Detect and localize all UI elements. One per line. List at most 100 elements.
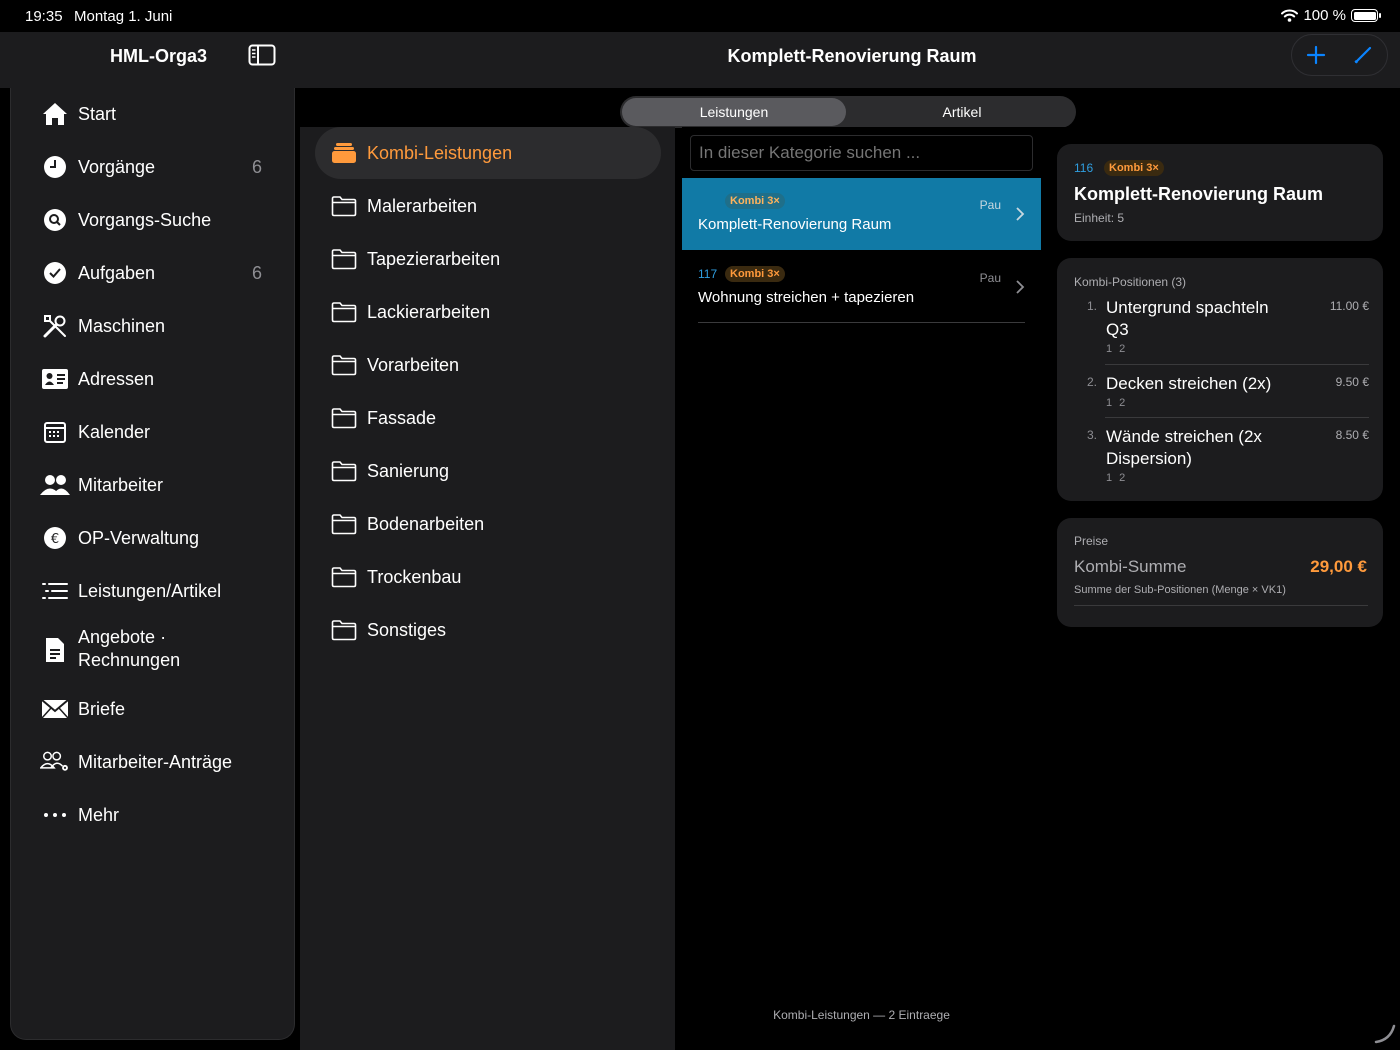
sidebar-item-label: Maschinen — [78, 315, 166, 336]
sidebar-item-label: Aufgaben — [78, 262, 156, 283]
search-input[interactable] — [690, 135, 1033, 171]
tools-icon — [40, 311, 70, 341]
sidebar-item-count: 6 — [251, 262, 262, 283]
sidebar-item-label: Adressen — [78, 368, 155, 389]
sidebar-item-mehr[interactable]: Mehr — [11, 790, 294, 840]
prices-card: Preise Kombi-Summe 29,00 € Summe der Sub… — [1057, 518, 1383, 627]
category-sonstiges[interactable]: Sonstiges — [315, 604, 661, 656]
tab-artikel[interactable]: Artikel — [850, 98, 1074, 126]
sidebar-item-briefe[interactable]: Briefe — [11, 684, 294, 734]
sidebar-item-label: Vorgangs-Suche — [78, 209, 212, 230]
category-label: Malerarbeiten — [367, 195, 478, 216]
position-price: 9.50 € — [1335, 375, 1369, 389]
status-bar: 19:35 Montag 1. Juni 100 % — [0, 0, 1400, 32]
envelope-icon — [40, 694, 70, 724]
edit-button[interactable] — [1345, 37, 1381, 73]
sidebar-item-label: Vorgänge — [78, 156, 156, 177]
resize-handle-icon[interactable] — [1374, 1022, 1396, 1044]
detail-panel: 116 Kombi 3× Komplett-Renovierung Raum E… — [1041, 127, 1400, 1050]
checkmark-icon — [40, 258, 70, 288]
list-footer: Kombi-Leistungen — 2 Eintraege — [773, 1008, 950, 1022]
add-button[interactable] — [1298, 37, 1334, 73]
position-name: Untergrund spachteln Q3 — [1106, 298, 1269, 339]
item-header-card: 116 Kombi 3× Komplett-Renovierung Raum E… — [1057, 144, 1383, 241]
category-trockenbau[interactable]: Trockenbau — [315, 551, 661, 603]
item-unit: Pau — [979, 271, 1001, 285]
category-sanierung[interactable]: Sanierung — [315, 445, 661, 497]
sidebar-item-start[interactable]: Start — [11, 89, 294, 139]
sidebar-item-vorgangs-suche[interactable]: Vorgangs-Suche — [11, 195, 294, 245]
sidebar-item-vorgaenge[interactable]: Vorgänge 6 — [11, 142, 294, 192]
sidebar-item-mitarbeiter[interactable]: Mitarbeiter — [11, 460, 294, 510]
svg-text:€: € — [51, 532, 59, 547]
sidebar-item-kalender[interactable]: Kalender — [11, 407, 294, 457]
sidebar-item-label: Mitarbeiter — [78, 474, 164, 495]
status-date: Montag 1. Juni — [74, 8, 173, 25]
position-price: 11.00 € — [1329, 299, 1369, 313]
page-title: Komplett-Renovierung Raum — [727, 46, 977, 66]
sidebar-item-op-verwaltung[interactable]: € OP-Verwaltung — [11, 513, 294, 563]
position-number: 1. — [1087, 299, 1098, 313]
battery-percent: 100 % — [1303, 7, 1346, 24]
position-qty: 1 2 — [1106, 397, 1128, 409]
euro-icon: € — [40, 523, 70, 553]
plus-icon — [1306, 45, 1325, 65]
position-name: Wände streichen (2x Dispersion) — [1106, 427, 1262, 468]
action-buttons — [1291, 34, 1388, 76]
folder-icon — [331, 355, 357, 376]
sidebar-item-angebote-rechnungen[interactable]: Angebote · Rechnungen — [11, 619, 294, 681]
sidebar-item-leistungen-artikel[interactable]: Leistungen/Artikel — [11, 566, 294, 616]
stack-icon — [332, 143, 356, 163]
category-tapezierarbeiten[interactable]: Tapezierarbeiten — [315, 233, 661, 285]
app-title: HML-Orga3 — [110, 46, 208, 66]
category-label: Trockenbau — [367, 566, 462, 587]
sidebar-item-adressen[interactable]: Adressen — [11, 354, 294, 404]
folder-icon — [331, 514, 357, 535]
category-lackierarbeiten[interactable]: Lackierarbeiten — [315, 286, 661, 338]
sidebar-item-label: Angebote · Rechnungen — [78, 627, 181, 670]
item-unit: Einheit: 5 — [1074, 211, 1125, 225]
battery-icon — [1351, 9, 1381, 22]
sidebar-toggle-button[interactable] — [248, 44, 278, 68]
sidebar-item-mitarbeiter-antraege[interactable]: Mitarbeiter-Anträge — [11, 737, 294, 787]
category-kombi-leistungen[interactable]: Kombi-Leistungen — [315, 127, 661, 179]
list-item[interactable]: 117 Kombi 3× Wohnung streichen + tapezie… — [682, 251, 1041, 323]
category-bodenarbeiten[interactable]: Bodenarbeiten — [315, 498, 661, 550]
category-vorarbeiten[interactable]: Vorarbeiten — [315, 339, 661, 391]
item-name: Komplett-Renovierung Raum — [698, 216, 892, 233]
folder-icon — [331, 567, 357, 588]
clock-icon — [40, 152, 70, 182]
status-time: 19:35 — [25, 8, 63, 25]
sidebar: Start Vorgänge 6 Vorgangs-Suche Aufgaben… — [10, 88, 295, 1040]
sidebar-item-maschinen[interactable]: Maschinen — [11, 301, 294, 351]
tab-leistungen[interactable]: Leistungen — [622, 98, 846, 126]
category-label: Sanierung — [367, 460, 450, 481]
navigation-bar: HML-Orga3 Komplett-Renovierung Raum — [0, 32, 1400, 88]
position-name: Decken streichen (2x) — [1106, 374, 1272, 393]
category-fassade[interactable]: Fassade — [315, 392, 661, 444]
position-row: 1. Untergrund spachteln Q3 11.00 € 1 2 — [1087, 297, 1369, 357]
sidebar-item-label: Start — [78, 103, 117, 124]
list-item[interactable]: Kombi 3× Komplett-Renovierung Raum Pau — [682, 178, 1041, 250]
item-list: Kombi 3× Komplett-Renovierung Raum Pau 1… — [682, 127, 1041, 1050]
people-gear-icon — [40, 747, 70, 777]
sidebar-item-label: Leistungen/Artikel — [78, 580, 222, 601]
category-malerarbeiten[interactable]: Malerarbeiten — [315, 180, 661, 232]
position-number: 2. — [1087, 375, 1098, 389]
category-label: Sonstiges — [367, 619, 447, 640]
category-label: Lackierarbeiten — [367, 301, 491, 322]
folder-icon — [331, 249, 357, 270]
position-number: 3. — [1087, 428, 1098, 442]
house-icon — [40, 99, 70, 129]
divider — [1074, 605, 1368, 606]
calendar-icon — [40, 417, 70, 447]
position-row: 3. Wände streichen (2x Dispersion) 8.50 … — [1087, 426, 1369, 486]
folder-icon — [331, 620, 357, 641]
search-icon — [40, 205, 70, 235]
folder-icon — [331, 196, 357, 217]
item-title: Komplett-Renovierung Raum — [1074, 184, 1324, 204]
wifi-icon — [1281, 9, 1299, 22]
sidebar-item-aufgaben[interactable]: Aufgaben 6 — [11, 248, 294, 298]
divider — [698, 322, 1025, 323]
item-number: 117 — [698, 267, 718, 281]
